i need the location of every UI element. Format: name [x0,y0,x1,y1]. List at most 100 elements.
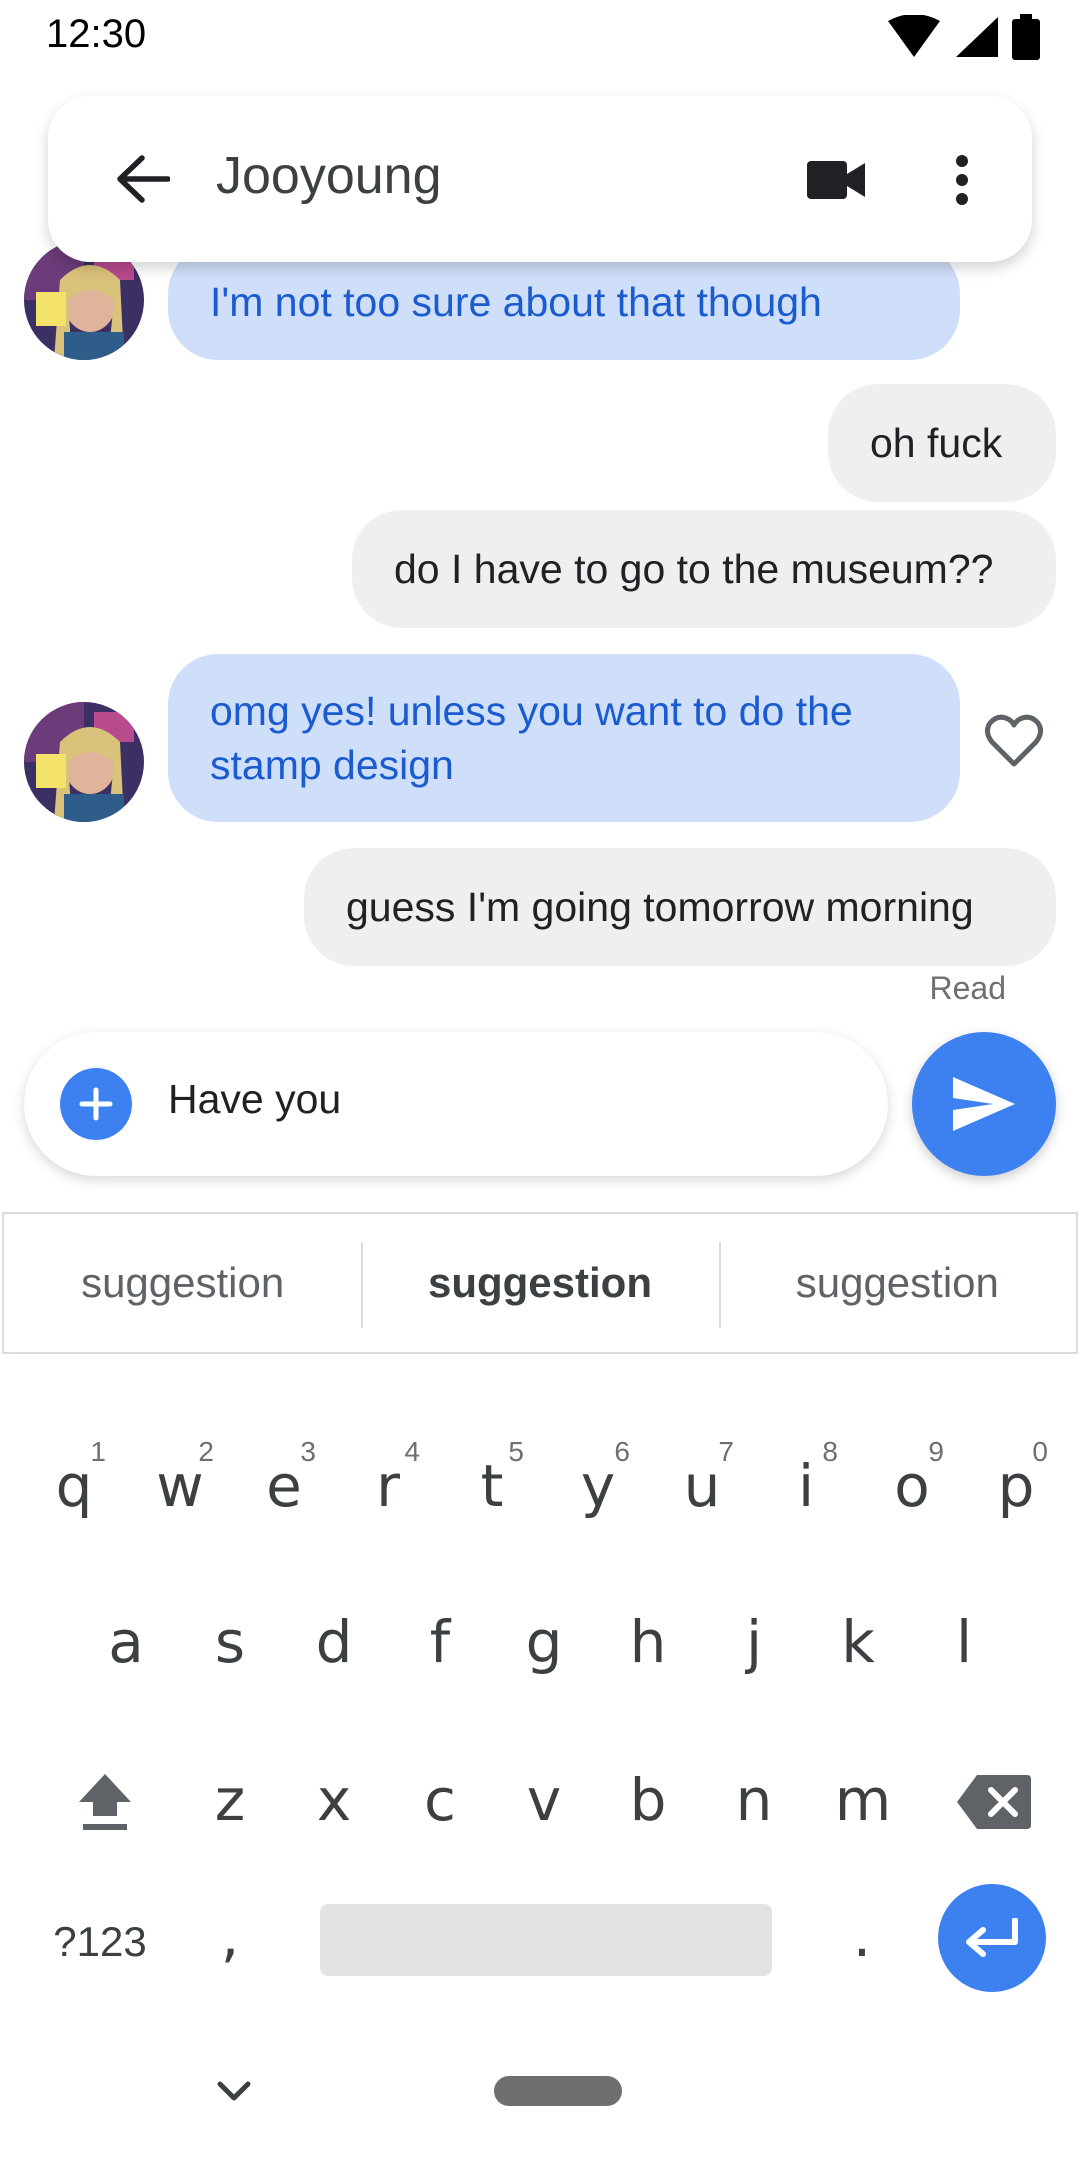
key-t[interactable]: t5 [452,1436,532,1536]
send-button[interactable] [912,1032,1056,1176]
attach-button[interactable] [60,1068,132,1140]
key-i[interactable]: i8 [766,1436,846,1536]
message-bubble-outgoing[interactable]: guess I'm going tomorrow morning [304,848,1056,966]
video-camera-icon [807,161,865,199]
key-label: s [214,1608,246,1676]
comma-key[interactable]: , [190,1886,270,1986]
key-label: h [629,1608,667,1676]
contact-avatar[interactable] [24,702,144,822]
key-hint: 7 [718,1436,734,1467]
suggestion-left[interactable]: suggestion [4,1214,361,1352]
enter-icon [966,1918,1018,1957]
back-arrow-icon [117,155,170,203]
period-key[interactable]: . [822,1886,902,1986]
suggestion-center[interactable]: suggestion [361,1214,718,1352]
key-hint: 2 [198,1436,214,1467]
key-g[interactable]: g [504,1592,584,1692]
status-time: 12:30 [46,12,147,56]
key-l[interactable]: l [924,1592,1004,1692]
key-d[interactable]: d [294,1592,374,1692]
key-hint: 3 [300,1436,316,1467]
key-label: n [735,1766,773,1834]
key-label: t [480,1452,504,1520]
cellular-signal-icon [956,17,998,57]
enter-key[interactable] [938,1884,1046,1992]
key-label: x [316,1766,352,1834]
key-o[interactable]: o9 [872,1436,952,1536]
key-hint: 4 [404,1436,420,1467]
key-label: g [525,1608,563,1676]
key-label: e [266,1452,302,1520]
key-m[interactable]: m [818,1750,908,1850]
key-v[interactable]: v [504,1750,584,1850]
key-label: z [214,1766,246,1834]
backspace-key[interactable] [944,1752,1044,1852]
key-x[interactable]: x [294,1750,374,1850]
message-bubble-outgoing[interactable]: do I have to go to the museum?? [352,510,1056,628]
shift-key[interactable] [60,1752,150,1852]
contact-name[interactable]: Jooyoung [216,146,442,206]
key-j[interactable]: j [714,1592,794,1692]
read-receipt: Read [929,970,1007,1006]
heart-outline-icon[interactable] [984,712,1044,768]
key-label: f [429,1608,451,1676]
key-w[interactable]: w2 [138,1436,222,1536]
key-a[interactable]: a [86,1592,166,1692]
key-r[interactable]: r4 [348,1436,428,1536]
key-y[interactable]: y6 [558,1436,638,1536]
key-label: o [894,1452,930,1520]
key-q[interactable]: q1 [34,1436,114,1536]
key-hint: 0 [1032,1436,1048,1467]
battery-icon [1012,14,1040,60]
key-label: q [55,1452,93,1520]
backspace-icon [957,1775,1031,1829]
key-label: w [156,1452,204,1520]
video-call-button[interactable] [794,138,878,222]
suggestion-strip: suggestion suggestion suggestion [2,1212,1078,1354]
more-options-button[interactable] [920,138,1004,222]
wifi-icon [888,15,940,57]
conversation-header: Jooyoung [48,96,1032,262]
suggestion-right[interactable]: suggestion [718,1214,1076,1352]
key-hint: 6 [614,1436,630,1467]
key-label: l [955,1608,973,1676]
message-text: guess I'm going tomorrow morning [346,884,974,930]
message-bubble-outgoing[interactable]: oh fuck [828,384,1056,502]
key-label: m [834,1766,892,1834]
key-n[interactable]: n [714,1750,794,1850]
key-label: c [424,1766,456,1834]
key-p[interactable]: p0 [976,1436,1056,1536]
message-text: I'm not too sure about that though [210,279,822,325]
key-hint: 8 [822,1436,838,1467]
message-bubble-incoming[interactable]: omg yes! unless you want to do the stamp… [168,654,960,822]
key-label: y [580,1452,616,1520]
symbols-key[interactable]: ?123 [40,1892,160,1992]
send-icon [953,1077,1015,1131]
shift-icon [79,1774,131,1830]
key-z[interactable]: z [190,1750,270,1850]
compose-field[interactable]: Have you [24,1032,888,1176]
message-text: do I have to go to the museum?? [394,546,994,592]
space-key[interactable] [320,1904,772,1976]
status-bar: 12:30 [0,0,1080,72]
key-label: i [797,1452,815,1520]
hide-keyboard-chevron-icon[interactable] [212,2072,256,2112]
key-hint: 9 [928,1436,944,1467]
key-f[interactable]: f [400,1592,480,1692]
key-s[interactable]: s [190,1592,270,1692]
back-button[interactable] [98,134,188,224]
key-label: a [108,1608,144,1676]
key-k[interactable]: k [818,1592,898,1692]
home-handle[interactable] [494,2076,622,2106]
keyboard: q1 w2 e3 r4 t5 y6 u7 i8 o9 p0 a s d f g … [0,1356,1080,2160]
key-label: u [683,1452,721,1520]
key-label: k [841,1608,875,1676]
key-b[interactable]: b [608,1750,688,1850]
key-u[interactable]: u7 [662,1436,742,1536]
key-e[interactable]: e3 [244,1436,324,1536]
compose-text[interactable]: Have you [168,1076,341,1123]
key-h[interactable]: h [608,1592,688,1692]
key-label: p [997,1452,1035,1520]
key-c[interactable]: c [400,1750,480,1850]
status-icons [886,14,1040,60]
